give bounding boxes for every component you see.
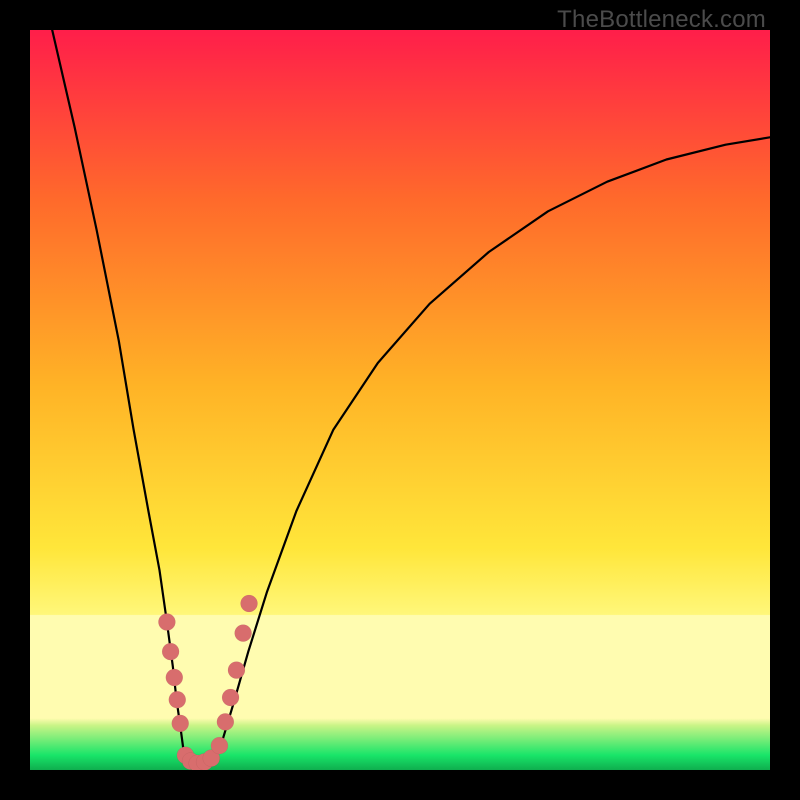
plot-area — [30, 30, 770, 770]
data-dot — [169, 691, 186, 708]
data-dot — [162, 643, 179, 660]
data-dot — [211, 737, 228, 754]
data-dot — [222, 689, 239, 706]
curve-layer — [30, 30, 770, 770]
data-dots — [158, 595, 257, 770]
data-dot — [217, 713, 234, 730]
watermark-text: TheBottleneck.com — [557, 6, 766, 34]
data-dot — [158, 614, 175, 631]
chart-frame: TheBottleneck.com — [0, 0, 800, 800]
data-dot — [241, 595, 258, 612]
data-dot — [228, 662, 245, 679]
bottleneck-curve — [52, 30, 770, 767]
data-dot — [235, 625, 252, 642]
data-dot — [172, 715, 189, 732]
data-dot — [166, 669, 183, 686]
